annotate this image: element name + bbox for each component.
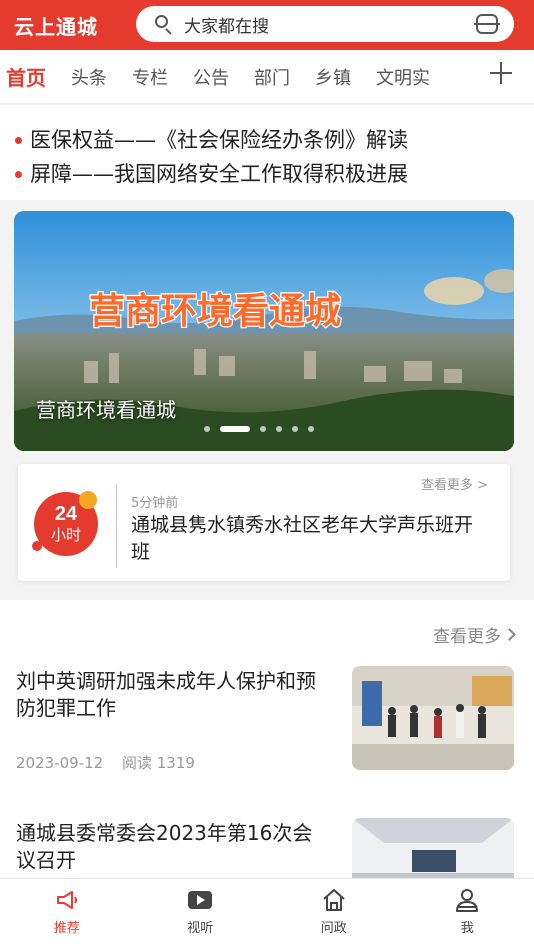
tab-civilization[interactable]: 文明实 (376, 64, 430, 90)
megaphone-icon (56, 891, 77, 909)
indicator-dot (308, 426, 314, 432)
tabbar-recommend[interactable]: 推荐 (0, 879, 134, 950)
news-date: 2023-09-12 (16, 754, 104, 772)
tab-notice[interactable]: 公告 (193, 64, 229, 90)
24h-badge-icon: 24 小时 (32, 491, 98, 556)
tab-column[interactable]: 专栏 (132, 64, 168, 90)
tabbar-label: 推荐 (53, 921, 80, 936)
ticker-text: 屏障——我国网络安全工作取得积极进展 (30, 162, 408, 186)
card-more-link[interactable]: 查看更多 > (421, 474, 488, 493)
search-icon (154, 14, 174, 35)
card-title: 通城县隽水镇秀水社区老年大学声乐班开班 (131, 514, 474, 563)
app-header: 云上通城 大家都在搜 (0, 0, 534, 50)
home-icon (323, 889, 345, 911)
indicator-dot (260, 426, 266, 432)
ticker-item[interactable]: 医保权益——《社会保险经办条例》解读 (0, 123, 534, 157)
news-meta: 2023-09-12 阅读 1319 (16, 752, 195, 773)
bullet-dot (15, 137, 22, 144)
banner-carousel[interactable]: 营商环境看通城 营商环境看通城 (14, 211, 514, 451)
news-24h-card[interactable]: 24 小时 查看更多 > 5分钟前 通城县隽水镇秀水社区老年大学声乐班开班 (18, 464, 510, 581)
news-thumbnail (352, 666, 514, 770)
tab-township[interactable]: 乡镇 (315, 64, 351, 90)
card-time: 5分钟前 (131, 496, 179, 511)
tabbar-me[interactable]: 我 (401, 879, 534, 950)
tabbar-label: 我 (460, 921, 474, 936)
chevron-right-icon (503, 628, 516, 641)
divider (116, 484, 117, 568)
search-placeholder: 大家都在搜 (184, 16, 269, 37)
tabbar-video[interactable]: 视听 (134, 879, 268, 950)
ticker-text: 医保权益——《社会保险经办条例》解读 (30, 128, 408, 152)
news-item[interactable]: 刘中英调研加强未成年人保护和预防犯罪工作 2023-09-12 阅读 1319 (0, 666, 534, 786)
banner-caption: 营商环境看通城 (36, 398, 176, 422)
more-label: 查看更多 (433, 627, 501, 647)
tab-home[interactable]: 首页 (6, 62, 46, 91)
search-bar[interactable]: 大家都在搜 (136, 6, 514, 42)
app-title: 云上通城 (14, 14, 98, 39)
indicator-dot (276, 426, 282, 432)
news-title: 刘中英调研加强未成年人保护和预防犯罪工作 (16, 669, 316, 720)
carousel-indicator (204, 426, 324, 432)
indicator-dot (204, 426, 210, 432)
tabbar-inquiry[interactable]: 问政 (267, 879, 401, 950)
more-link[interactable]: 查看更多 (433, 622, 516, 647)
indicator-dot (292, 426, 298, 432)
channel-tabs: 首页 头条 专栏 公告 部门 乡镇 文明实 (0, 50, 534, 104)
headline-ticker: 医保权益——《社会保险经办条例》解读 屏障——我国网络安全工作取得积极进展 (0, 105, 534, 200)
tab-department[interactable]: 部门 (254, 64, 290, 90)
tabbar-label: 问政 (320, 921, 347, 936)
news-reads: 阅读 1319 (121, 754, 195, 772)
indicator-dot-active (220, 426, 250, 432)
bullet-dot (15, 171, 22, 178)
news-thumbnail (352, 818, 514, 878)
tab-headlines[interactable]: 头条 (71, 64, 107, 90)
banner-overlay-title: 营商环境看通城 (89, 290, 341, 331)
news-title: 通城县委常委会2023年第16次会议召开 (16, 821, 313, 872)
badge-text: 小时 (51, 526, 81, 544)
scan-icon[interactable] (474, 14, 500, 34)
news-item[interactable]: 通城县委常委会2023年第16次会议召开 (0, 816, 534, 878)
ticker-item[interactable]: 屏障——我国网络安全工作取得积极进展 (0, 157, 534, 191)
tabbar-label: 视听 (187, 921, 214, 936)
user-icon (456, 889, 479, 912)
news-list: 查看更多 刘中英调研加强未成年人保护和预防犯罪工作 2023-09-12 阅读 … (0, 600, 534, 878)
add-channel-icon[interactable] (490, 62, 512, 84)
badge-number: 24 (55, 503, 78, 525)
bottom-tab-bar: 推荐 视听 问政 我 (0, 878, 534, 950)
play-icon (188, 891, 213, 909)
